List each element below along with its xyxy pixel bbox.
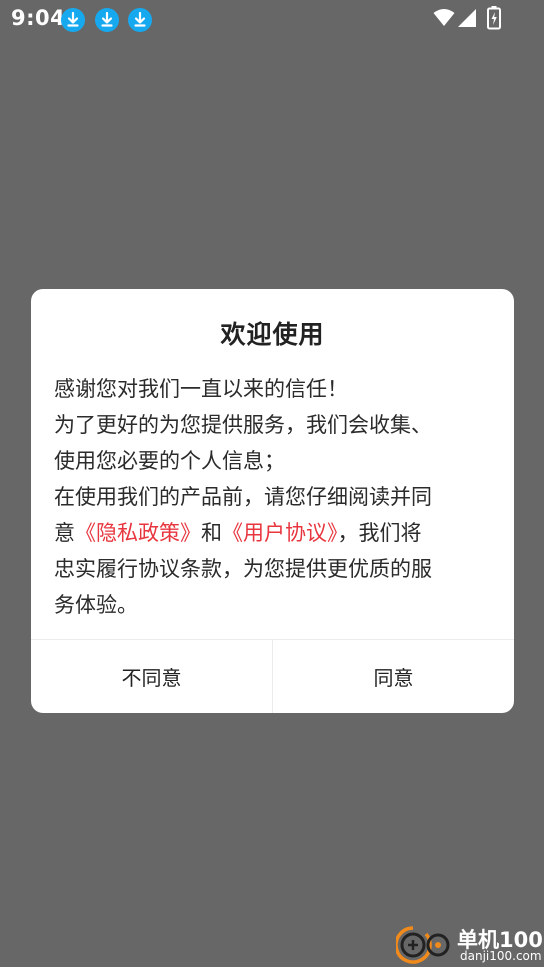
user-agreement-link[interactable]: 《用户协议》 <box>222 521 338 545</box>
status-time: 9:04 <box>11 6 66 30</box>
body-line: 为了更好的为您提供服务，我们会收集、 <box>54 413 432 437</box>
body-line-with-links: 意《隐私政策》和《用户协议》，我们将 <box>54 515 494 551</box>
body-text: ，我们将 <box>337 521 422 545</box>
body-line: 忠实履行协议条款，为您提供更优质的服 <box>54 557 432 581</box>
download-icon <box>128 8 152 32</box>
wifi-icon <box>433 8 455 32</box>
watermark: 单机100网 danji100.com <box>394 922 544 967</box>
signal-icon <box>456 8 478 32</box>
watermark-logo-icon <box>394 925 456 965</box>
privacy-consent-dialog: 欢迎使用 感谢您对我们一直以来的信任！ 为了更好的为您提供服务，我们会收集、 使… <box>31 289 514 713</box>
dialog-title: 欢迎使用 <box>220 320 325 349</box>
disagree-button[interactable]: 不同意 <box>31 640 272 713</box>
screen: 9:04 欢迎使用 感谢您对我们一直以来的信任！ 为了更好的为您提供服务，我们会… <box>0 0 544 967</box>
body-line: 感谢您对我们一直以来的信任！ <box>54 377 348 401</box>
download-icon <box>61 8 85 32</box>
body-text: 意 <box>54 521 75 545</box>
battery-charging-icon <box>487 6 501 34</box>
body-text: 和 <box>201 521 222 545</box>
status-bar: 9:04 <box>0 0 544 38</box>
download-icon <box>95 8 119 32</box>
body-line: 务体验。 <box>54 593 138 617</box>
privacy-policy-link[interactable]: 《隐私政策》 <box>75 521 201 545</box>
body-line: 在使用我们的产品前，请您仔细阅读并同 <box>54 485 432 509</box>
dialog-body: 感谢您对我们一直以来的信任！ 为了更好的为您提供服务，我们会收集、 使用您必要的… <box>54 371 494 623</box>
body-line: 使用您必要的个人信息； <box>54 449 285 473</box>
watermark-domain: danji100.com <box>460 949 542 963</box>
agree-button[interactable]: 同意 <box>273 640 514 713</box>
